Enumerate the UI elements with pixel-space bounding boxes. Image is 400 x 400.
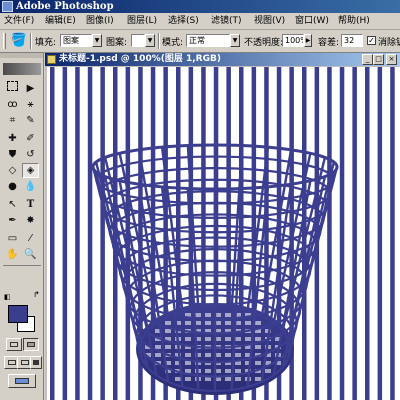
stripe <box>50 67 55 400</box>
fill-select[interactable]: 图案 <box>60 34 92 47</box>
mode-select[interactable]: 正常 <box>186 34 230 47</box>
brush-icon[interactable]: ✐ <box>22 131 39 146</box>
toolbox-grip[interactable] <box>0 53 43 58</box>
clone-stamp-icon[interactable]: ⛊ <box>4 147 21 162</box>
stripe <box>365 67 370 400</box>
toolbox-header-logo[interactable] <box>3 63 41 75</box>
eyedropper-icon[interactable]: ⁄ <box>22 231 39 246</box>
pen-icon[interactable]: ✒ <box>4 213 21 228</box>
chevron-down-icon[interactable]: ▼ <box>92 34 102 47</box>
dodge-icon[interactable]: ● <box>4 179 21 194</box>
antialias-checkbox[interactable]: ✓ <box>367 36 376 45</box>
document-title-bar[interactable]: 未标题-1.psd @ 100%(图层 1,RGB) _ □ × <box>45 53 400 66</box>
stripe <box>390 67 395 400</box>
hand-icon[interactable]: ✋ <box>4 247 21 262</box>
options-grip[interactable] <box>3 33 6 49</box>
paint-bucket-icon[interactable]: 🪣 <box>10 32 28 49</box>
chevron-down-icon[interactable]: ▼ <box>230 34 240 47</box>
stripe <box>377 67 383 400</box>
menu-window[interactable]: 窗口(W) <box>295 13 329 29</box>
opacity-field[interactable]: 100% <box>282 34 304 47</box>
menu-file[interactable]: 文件(F) <box>4 13 34 29</box>
paint-bucket-icon[interactable]: ◈ <box>22 163 39 178</box>
app-title-bar: Adobe Photoshop <box>0 0 400 13</box>
pattern-picker[interactable] <box>131 34 145 47</box>
document-window: 未标题-1.psd @ 100%(图层 1,RGB) _ □ × <box>45 53 400 400</box>
menu-layer[interactable]: 图层(L) <box>127 13 157 29</box>
menu-bar: 文件(F) 编辑(E) 图像(I) 图层(L) 选择(S) 滤镜(T) 视图(V… <box>0 13 400 30</box>
document-title: 未标题-1.psd @ 100%(图层 1,RGB) <box>59 54 221 64</box>
custom-shape-icon[interactable]: ✸ <box>22 213 39 228</box>
stripe <box>352 67 357 400</box>
toolbox: ▶ ꝏ ⚹ ⌗ ✎ ✚ ✐ ⛊ ↺ ◇ ◈ ● 💧 ↖ T ✒ ✸ ▭ ⁄ ✋ … <box>0 53 44 400</box>
stripe <box>327 67 332 400</box>
move-icon[interactable]: ▶ <box>22 81 39 96</box>
imageready-jump-button[interactable] <box>8 374 36 388</box>
chevron-right-icon[interactable]: ▶ <box>304 34 312 47</box>
history-brush-icon[interactable]: ↺ <box>22 147 39 162</box>
quick-mask-button[interactable] <box>23 338 39 351</box>
stripe <box>100 67 105 400</box>
close-icon[interactable]: × <box>386 54 397 65</box>
healing-brush-icon[interactable]: ✚ <box>4 131 21 146</box>
chevron-down-icon[interactable]: ▼ <box>145 34 155 47</box>
eraser-icon[interactable]: ◇ <box>4 163 21 178</box>
magic-wand-icon[interactable]: ⚹ <box>22 97 39 112</box>
image-canvas[interactable] <box>47 67 400 400</box>
path-select-icon[interactable]: ↖ <box>4 197 21 212</box>
app-title: Adobe Photoshop <box>16 1 114 12</box>
screen-mode-full-button[interactable] <box>30 356 42 369</box>
stripe <box>339 67 345 400</box>
stripe <box>62 67 68 400</box>
menu-help[interactable]: 帮助(H) <box>338 13 370 29</box>
lasso-icon[interactable]: ꝏ <box>4 97 21 112</box>
options-separator <box>30 33 32 49</box>
menu-select[interactable]: 选择(S) <box>168 13 199 29</box>
fill-label: 填充: <box>35 38 57 48</box>
crop-icon[interactable]: ⌗ <box>4 113 21 128</box>
pattern-label: 图案: <box>106 38 128 48</box>
foreground-color-swatch[interactable] <box>8 305 28 323</box>
marquee-icon[interactable] <box>4 81 21 96</box>
menu-edit[interactable]: 编辑(E) <box>45 13 76 29</box>
options-separator <box>158 33 160 49</box>
tolerance-label: 容差: <box>318 38 340 48</box>
standard-mode-button[interactable] <box>6 338 22 351</box>
menu-filter[interactable]: 滤镜(T) <box>211 13 242 29</box>
maximize-icon[interactable]: □ <box>373 54 384 65</box>
menu-image[interactable]: 图像(I) <box>86 13 114 29</box>
photoshop-app-icon <box>2 1 13 12</box>
swap-colors-icon[interactable]: ↱ <box>33 291 40 299</box>
stripe <box>75 67 80 400</box>
blur-icon[interactable]: 💧 <box>22 179 39 194</box>
document-icon <box>47 55 56 64</box>
opacity-label: 不透明度: <box>244 38 284 48</box>
tolerance-field[interactable]: 32 <box>341 34 363 47</box>
menu-view[interactable]: 视图(V) <box>254 13 285 29</box>
default-colors-icon[interactable]: ◧ <box>4 293 11 301</box>
antialias-label: 消除锯 <box>378 38 400 48</box>
options-bar: 🪣 填充: 图案 ▼ 图案: ▼ 模式: 正常 ▼ 不透明度: 100% ▶ 容… <box>0 30 400 53</box>
slice-icon[interactable]: ✎ <box>22 113 39 128</box>
stripe <box>87 67 93 400</box>
notes-icon[interactable]: ▭ <box>4 231 21 246</box>
type-icon[interactable]: T <box>22 197 39 212</box>
zoom-icon[interactable]: 🔍 <box>22 247 39 262</box>
minimize-icon[interactable]: _ <box>362 54 373 65</box>
mode-label: 模式: <box>162 38 184 48</box>
toolbox-divider <box>3 265 41 266</box>
